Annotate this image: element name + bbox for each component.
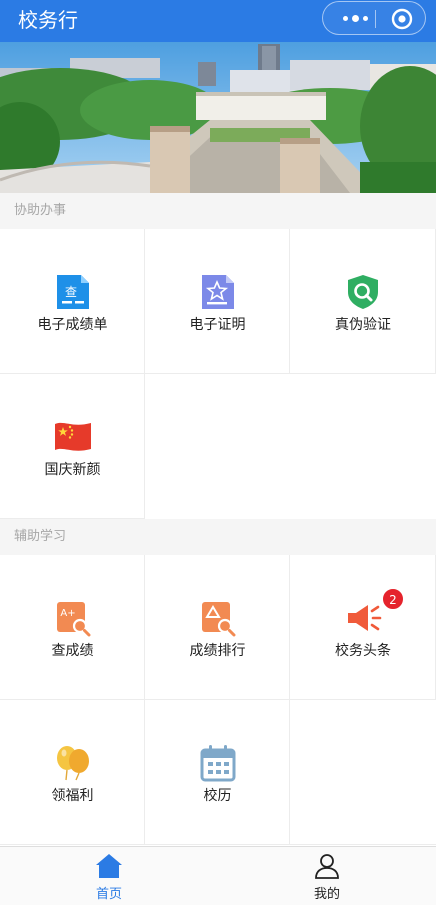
- section-title-assist: 协助办事: [0, 193, 436, 229]
- campus-banner-image: [0, 42, 436, 193]
- tab-label: 我的: [313, 887, 340, 902]
- study-service-grid: A+ 查成绩 成绩排行 2 校务头条 领福利 校历: [0, 555, 436, 846]
- grid-item-label: 校历: [203, 788, 232, 804]
- tab-mine[interactable]: 我的: [218, 847, 436, 905]
- grid-item-ranking[interactable]: 成绩排行: [145, 555, 290, 700]
- close-mini-program-icon[interactable]: [391, 8, 413, 30]
- grid-item-label: 校务头条: [335, 643, 391, 659]
- tab-label: 首页: [95, 887, 122, 902]
- certificate-document-icon: [202, 275, 234, 309]
- app-title: 校务行: [18, 8, 78, 32]
- grid-item-headlines[interactable]: 2 校务头条: [290, 555, 436, 700]
- grid-item-check-grades[interactable]: A+ 查成绩: [0, 555, 145, 700]
- empty-grid-area: [145, 374, 436, 519]
- assist-service-grid: 查 电子成绩单 电子证明 真伪验证 国庆新颜: [0, 229, 436, 519]
- section-title-study: 辅助学习: [0, 519, 436, 555]
- grid-item-calendar[interactable]: 校历: [145, 700, 290, 845]
- tab-home[interactable]: 首页: [0, 847, 218, 905]
- grid-item-label: 查成绩: [51, 643, 94, 659]
- grid-item-verify[interactable]: 真伪验证: [290, 229, 436, 374]
- capsule-divider: [375, 10, 376, 28]
- calendar-icon: [200, 745, 236, 782]
- ranking-search-icon: [202, 602, 236, 637]
- megaphone-icon: [348, 605, 382, 631]
- shield-search-icon: [348, 275, 378, 309]
- empty-grid-cell: [290, 700, 436, 845]
- svg-text:查: 查: [65, 285, 77, 299]
- grid-item-label: 真伪验证: [335, 317, 391, 333]
- grid-item-label: 电子成绩单: [37, 317, 108, 333]
- grid-item-benefits[interactable]: 领福利: [0, 700, 145, 845]
- china-flag-icon: [55, 422, 91, 451]
- more-options-button[interactable]: [337, 2, 373, 34]
- grid-item-certificate[interactable]: 电子证明: [145, 229, 290, 374]
- grid-item-label: 国庆新颜: [44, 462, 101, 478]
- grid-item-label: 成绩排行: [189, 643, 246, 659]
- svg-text:A+: A+: [60, 608, 75, 619]
- balloons-icon: [57, 746, 89, 781]
- grid-item-label: 电子证明: [189, 317, 246, 333]
- top-navigation-bar: 校务行: [0, 0, 436, 42]
- home-icon: [96, 854, 122, 878]
- grid-item-label: 领福利: [51, 788, 94, 804]
- grid-item-transcript[interactable]: 查 电子成绩单: [0, 229, 145, 374]
- mini-program-capsule: [322, 1, 426, 35]
- bottom-tab-bar: 首页 我的: [0, 846, 436, 905]
- person-icon: [315, 854, 339, 879]
- grade-search-icon: A+: [57, 602, 91, 637]
- unread-count-badge: 2: [382, 588, 404, 610]
- transcript-document-icon: 查: [57, 275, 89, 309]
- grid-item-national-day[interactable]: 国庆新颜: [0, 374, 145, 519]
